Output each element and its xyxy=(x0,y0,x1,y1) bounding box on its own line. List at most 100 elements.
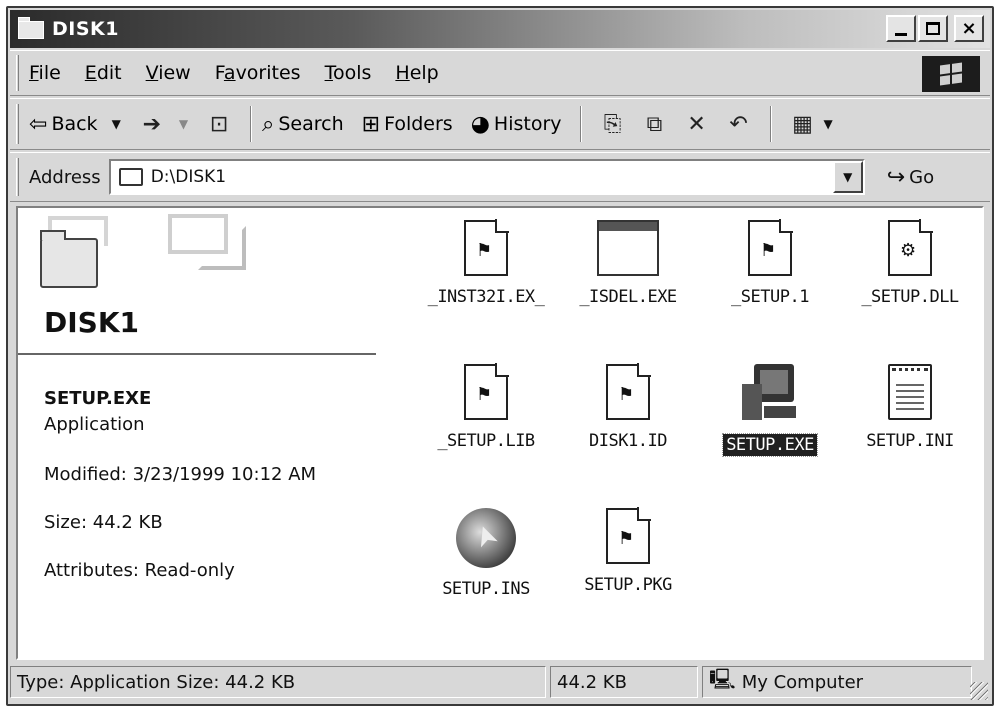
minimize-icon xyxy=(895,33,907,36)
file-name: _SETUP.DLL xyxy=(861,287,959,307)
address-bar: Address D:\DISK1 ▼ ↪ Go xyxy=(10,152,990,202)
views-dropdown-icon[interactable]: ▼ xyxy=(824,117,833,131)
file-name: _INST32I.EX_ xyxy=(427,287,545,307)
installer-doc-icon: ⚑ xyxy=(606,363,651,420)
search-icon: ⌕ xyxy=(262,111,275,137)
toolbar-separator xyxy=(769,106,772,142)
installer-doc-icon: ⚑ xyxy=(606,507,651,564)
status-zone: 🖳 My Computer xyxy=(702,666,972,698)
delete-icon[interactable]: ✕ xyxy=(682,109,712,139)
copy-to-icon[interactable]: ⧉ xyxy=(640,109,670,139)
selected-file-attributes: Attributes: Read-only xyxy=(44,560,235,581)
menu-edit[interactable]: Edit xyxy=(85,62,122,84)
go-button[interactable]: ↪ Go xyxy=(887,165,934,190)
undo-icon[interactable]: ↶ xyxy=(724,109,754,139)
back-arrow-icon: ⇦ xyxy=(29,111,48,137)
file-item[interactable]: ⚑ _INST32I.EX_ xyxy=(416,219,556,340)
toolbar-separator xyxy=(579,106,582,142)
go-arrow-icon: ↪ xyxy=(886,164,906,190)
folders-icon: ⊞ xyxy=(361,111,381,137)
folders-button[interactable]: ⊞ Folders xyxy=(362,112,453,137)
minimize-button[interactable] xyxy=(886,15,916,42)
file-item[interactable]: _ISDEL.EXE xyxy=(558,220,698,340)
selected-file-type: Application xyxy=(44,414,145,435)
close-icon: × xyxy=(961,17,977,39)
standard-toolbar: ⇦ Back ▼ ➔ ▼ ⊡ ⌕ Search ⊞ Folders ◕ Hist… xyxy=(10,98,990,150)
file-name: _SETUP.LIB xyxy=(437,431,535,451)
views-icon[interactable]: ▦ xyxy=(788,109,818,139)
address-input[interactable]: D:\DISK1 ▼ xyxy=(108,159,865,195)
folder-content-area[interactable]: DISK1 SETUP.EXE Application Modified: 3/… xyxy=(16,206,984,660)
menu-favorites[interactable]: Favorites xyxy=(215,62,301,84)
file-name: SETUP.PKG xyxy=(584,575,672,595)
menu-tools[interactable]: Tools xyxy=(325,62,372,84)
history-button[interactable]: ◕ History xyxy=(471,112,562,137)
folder-icon xyxy=(118,168,143,186)
my-computer-icon: 🖳 xyxy=(709,667,736,691)
installer-doc-icon: ⚑ xyxy=(464,363,509,420)
title-bar[interactable]: DISK1 × xyxy=(10,10,990,48)
folders-label: Folders xyxy=(384,113,453,135)
file-item[interactable]: ⚙ _SETUP.DLL xyxy=(840,219,980,340)
search-button[interactable]: ⌕ Search xyxy=(262,112,344,137)
address-grip[interactable] xyxy=(16,157,19,197)
forward-arrow-icon[interactable]: ➔ xyxy=(137,109,167,139)
selected-file-modified: Modified: 3/23/1999 10:12 AM xyxy=(44,464,317,485)
file-item[interactable]: ⚑ DISK1.ID xyxy=(558,363,698,484)
forward-dropdown-icon[interactable]: ▼ xyxy=(179,117,188,131)
file-name: _ISDEL.EXE xyxy=(579,287,677,307)
toolbar-separator xyxy=(250,106,253,142)
back-button[interactable]: ⇦ Back xyxy=(29,112,98,137)
file-item[interactable]: ⚑ _SETUP.LIB xyxy=(416,363,556,484)
back-dropdown-icon[interactable]: ▼ xyxy=(112,117,121,131)
folder-icon xyxy=(16,17,46,41)
web-view-pane: DISK1 SETUP.EXE Application Modified: 3/… xyxy=(18,208,398,658)
folder-banner xyxy=(18,208,398,308)
address-dropdown-button[interactable]: ▼ xyxy=(832,161,863,193)
file-name: SETUP.INS xyxy=(442,579,530,599)
chevron-down-icon: ▼ xyxy=(843,170,853,184)
file-name: SETUP.INI xyxy=(866,431,954,451)
address-value: D:\DISK1 xyxy=(150,167,227,187)
menu-file[interactable]: File xyxy=(29,62,61,84)
history-label: History xyxy=(493,113,562,135)
file-name: SETUP.EXE xyxy=(722,433,818,457)
selected-file-size: Size: 44.2 KB xyxy=(44,512,163,533)
gear-doc-icon: ⚙ xyxy=(888,219,933,276)
window-title: DISK1 xyxy=(52,18,119,40)
file-item[interactable]: SETUP.INS xyxy=(416,508,556,628)
status-bar: Type: Application Size: 44.2 KB 44.2 KB … xyxy=(10,662,990,702)
menu-grip[interactable] xyxy=(16,55,19,91)
file-name: _SETUP.1 xyxy=(731,287,809,307)
file-item[interactable]: ⚑ SETUP.PKG xyxy=(558,507,698,628)
go-label: Go xyxy=(909,166,935,188)
maximize-button[interactable] xyxy=(918,15,948,42)
up-folder-icon[interactable]: ⊡ xyxy=(204,109,234,139)
menu-bar: File Edit View Favorites Tools Help xyxy=(10,50,990,96)
ini-file-icon xyxy=(888,364,932,420)
status-info: Type: Application Size: 44.2 KB xyxy=(10,666,546,698)
file-item[interactable]: SETUP.INI xyxy=(840,364,980,484)
installer-doc-icon: ⚑ xyxy=(748,219,793,276)
menu-help[interactable]: Help xyxy=(395,62,438,84)
file-item[interactable]: ⚑ _SETUP.1 xyxy=(700,219,840,340)
installer-doc-icon: ⚑ xyxy=(464,219,509,276)
menu-view[interactable]: View xyxy=(146,62,191,84)
search-label: Search xyxy=(278,113,344,135)
toolbar-grip[interactable] xyxy=(16,104,19,144)
resize-grip[interactable] xyxy=(970,682,988,700)
explorer-window: DISK1 × File Edit View Favorites Tools H… xyxy=(6,6,994,706)
install-script-icon xyxy=(456,508,516,568)
close-button[interactable]: × xyxy=(954,15,984,42)
windows-logo-icon xyxy=(922,56,980,92)
status-size: 44.2 KB xyxy=(550,666,698,698)
selected-file-name: SETUP.EXE xyxy=(44,388,152,409)
zone-label: My Computer xyxy=(741,671,864,693)
large-folder-icon xyxy=(40,230,98,288)
history-icon: ◕ xyxy=(470,111,490,137)
move-to-icon[interactable]: ⎘ xyxy=(598,109,628,139)
maximize-icon xyxy=(926,22,940,35)
address-label: Address xyxy=(29,166,101,188)
file-item-selected[interactable]: SETUP.EXE xyxy=(700,364,840,484)
folder-title: DISK1 xyxy=(44,306,140,339)
